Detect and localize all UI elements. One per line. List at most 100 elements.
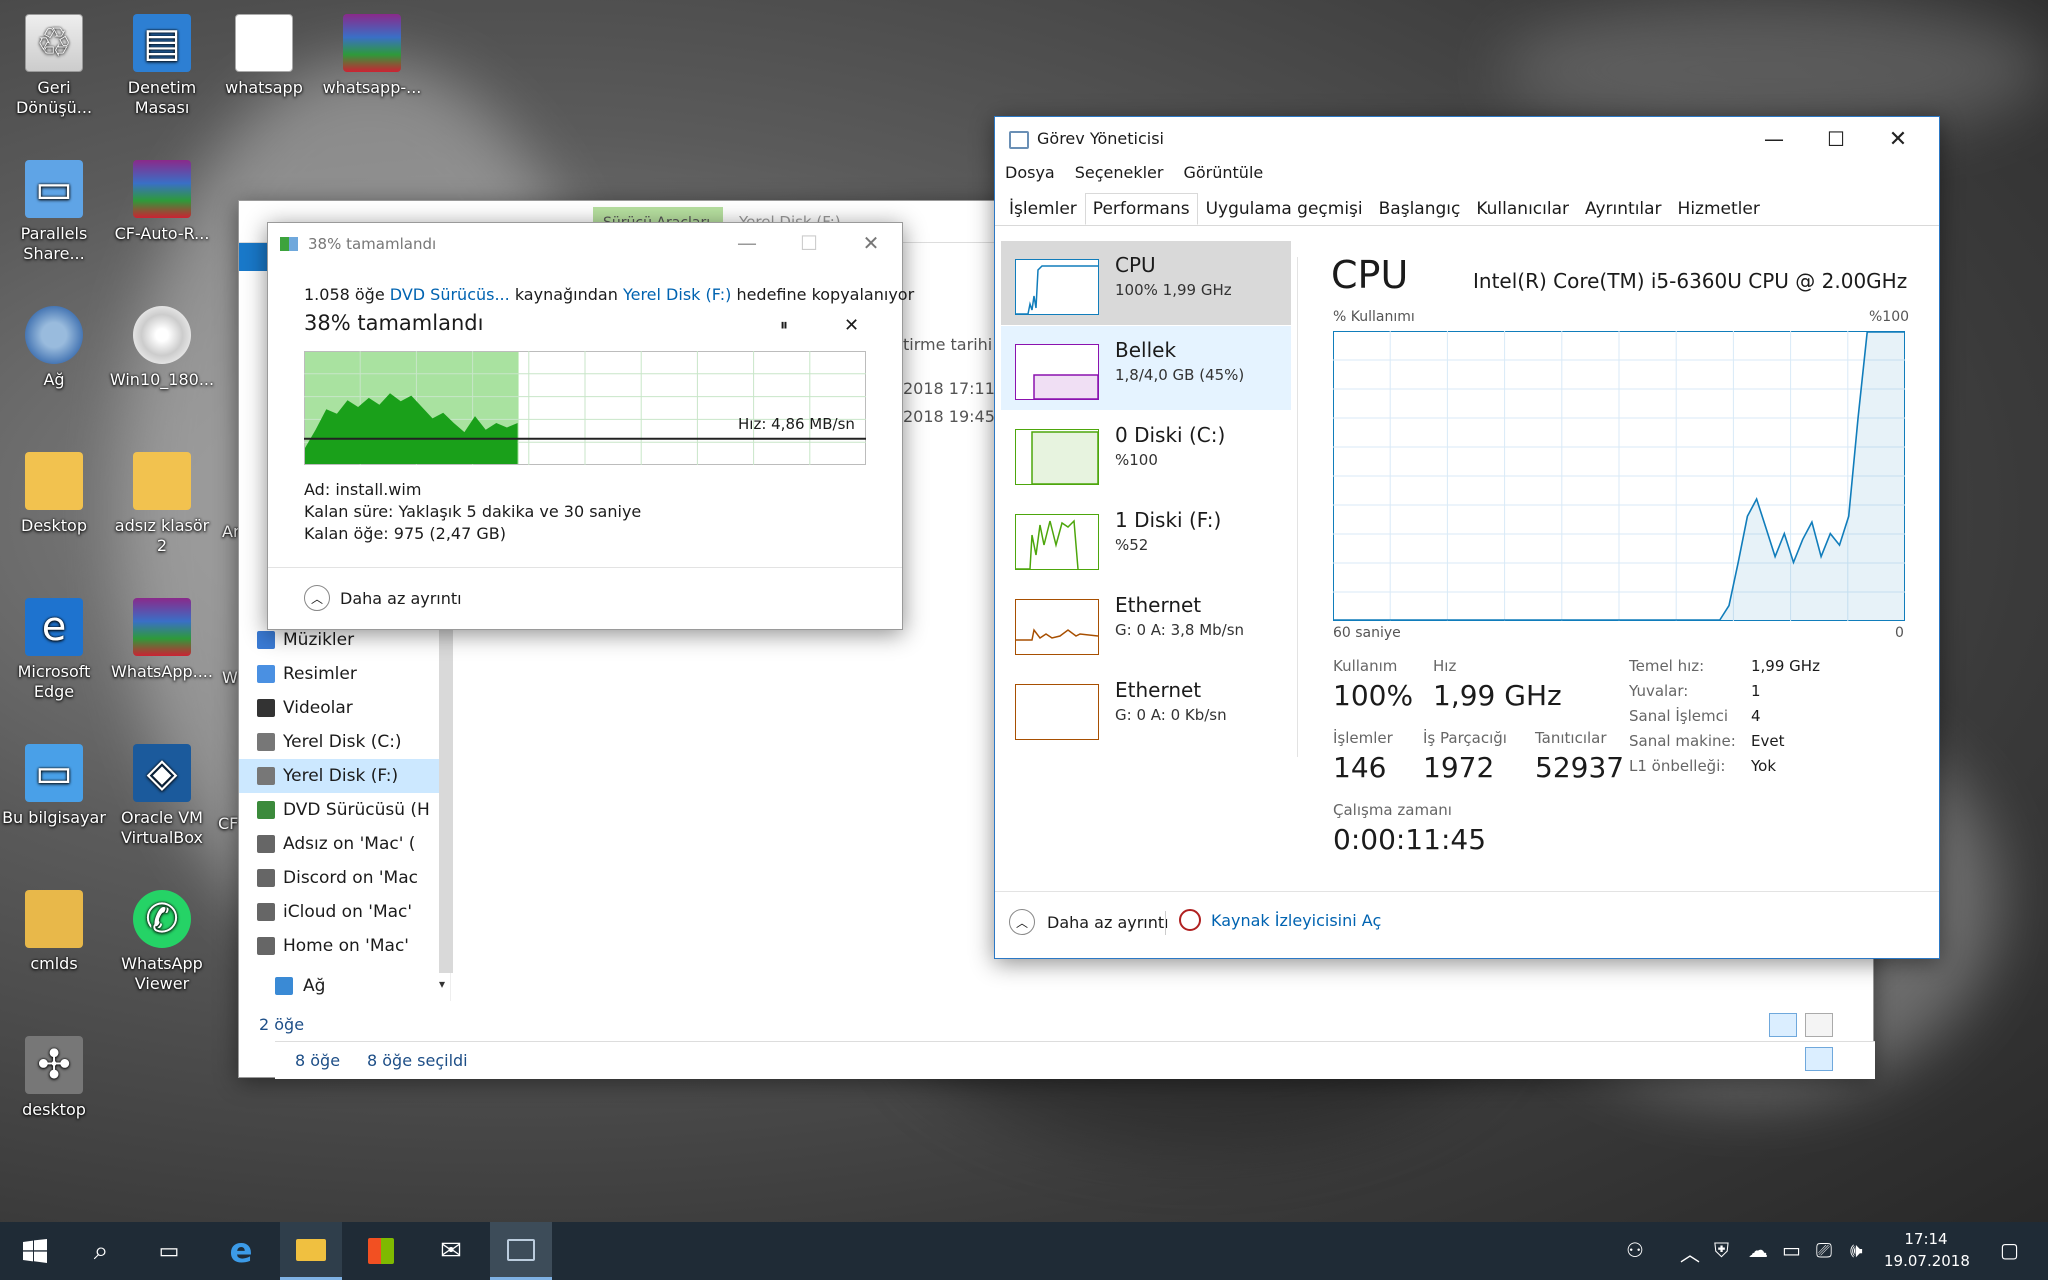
desktop-icon[interactable]: CF-Auto-R... — [108, 160, 216, 244]
copy-progress-dialog: 38% tamamlandı — ☐ ✕ 1.058 öğe DVD Sürüc… — [267, 221, 914, 630]
perf-sidebar-item[interactable]: 1 Diski (F:) %52 — [1001, 496, 1291, 580]
scroll-down-icon[interactable]: ▾ — [439, 977, 453, 991]
tab[interactable]: Performans — [1084, 193, 1198, 225]
action-center-icon[interactable]: ▢ — [2000, 1238, 2019, 1262]
desktop-icon[interactable]: ▭ Parallels Share... — [0, 160, 108, 264]
nav-scrollbar[interactable] — [439, 621, 453, 973]
task-view-icon[interactable]: ▭ — [138, 1222, 200, 1280]
edge-icon[interactable]: e — [210, 1222, 272, 1280]
perf-sidebar-item[interactable]: Ethernet G: 0 A: 3,8 Mb/sn — [1001, 581, 1291, 665]
perf-sidebar-item[interactable]: 0 Diski (C:) %100 — [1001, 411, 1291, 495]
close-button[interactable]: ✕ — [840, 221, 902, 265]
nav-item[interactable]: iCloud on 'Mac' — [239, 895, 439, 929]
parallels-share-icon: ▭ — [25, 160, 83, 218]
tab[interactable]: Kullanıcılar — [1468, 193, 1577, 225]
nav-item[interactable]: Videolar — [239, 691, 439, 725]
desktop-icon-label: desktop — [22, 1100, 86, 1119]
column-header-date[interactable]: tirme tarihi — [903, 335, 992, 354]
maximize-button[interactable]: ☐ — [778, 221, 840, 265]
task-manager-taskbar-icon[interactable] — [490, 1222, 552, 1280]
store-icon[interactable] — [350, 1222, 412, 1280]
source-link[interactable]: DVD Sürücüs... — [390, 285, 510, 304]
file-explorer-icon[interactable] — [280, 1222, 342, 1280]
fewer-details-button[interactable]: ︿ Daha az ayrıntı — [1009, 909, 1169, 935]
people-icon[interactable]: ⚇ — [1626, 1238, 1644, 1262]
tab[interactable]: İşlemler — [1001, 193, 1085, 225]
desktop-icon[interactable]: ▭ Bu bilgisayar — [0, 744, 108, 828]
perf-sidebar-item[interactable]: Bellek 1,8/4,0 GB (45%) — [1001, 326, 1291, 410]
nav-item-label: DVD Sürücüsü (H — [283, 800, 430, 820]
desktop-icon[interactable]: whatsapp — [210, 14, 318, 98]
desktop-icon[interactable]: cmlds — [0, 890, 108, 974]
pause-button[interactable]: ⏸ — [780, 315, 788, 335]
perf-sidebar-item[interactable]: CPU 100% 1,99 GHz — [1001, 241, 1291, 325]
desktop-icon[interactable]: WhatsApp.... — [108, 598, 216, 682]
outer-details-view-icon[interactable] — [1805, 1047, 1833, 1071]
details-view-icon[interactable] — [1769, 1013, 1797, 1037]
cpu-usage-graph — [1333, 331, 1905, 621]
minimize-button[interactable]: — — [716, 221, 778, 265]
nav-item[interactable]: Resimler — [239, 657, 439, 691]
control-panel-icon: ▤ — [133, 14, 191, 72]
this-pc-icon: ▭ — [25, 744, 83, 802]
desktop-icon[interactable]: Desktop — [0, 452, 108, 536]
nav-item[interactable]: DVD Sürücüsü (H — [239, 793, 439, 827]
tab[interactable]: Hizmetler — [1670, 193, 1768, 225]
menu-item[interactable]: Dosya — [1005, 163, 1055, 182]
network-drive-icon — [257, 835, 275, 853]
tab[interactable]: Ayrıntılar — [1577, 193, 1670, 225]
chevron-up-icon: ︿ — [1009, 909, 1035, 935]
desktop-icon[interactable]: ✣ desktop — [0, 1036, 108, 1120]
close-button[interactable]: ✕ — [1867, 117, 1929, 161]
desktop-icon[interactable]: e Microsoft Edge — [0, 598, 108, 702]
start-icon[interactable] — [4, 1222, 66, 1280]
tab[interactable]: Başlangıç — [1371, 193, 1469, 225]
window-title: Görev Yöneticisi — [1037, 129, 1164, 148]
items-remaining: 975 (2,47 GB) — [393, 524, 506, 543]
network-tray-icon[interactable]: ⎚ — [1816, 1238, 1832, 1262]
nav-item[interactable]: Adsız on 'Mac' ( — [239, 827, 439, 861]
cancel-copy-button[interactable]: ✕ — [844, 315, 859, 336]
edge-icon: e — [25, 598, 83, 656]
open-resource-monitor-link[interactable]: Kaynak İzleyicisini Aç — [1179, 909, 1381, 931]
desktop-icon[interactable]: whatsapp-... — [318, 14, 426, 98]
nav-item-label: Ağ — [303, 976, 326, 996]
desktop-icon[interactable]: Win10_180... — [108, 306, 216, 390]
minimize-button[interactable]: — — [1743, 117, 1805, 161]
menu-item[interactable]: Görüntüle — [1183, 163, 1263, 182]
nav-item[interactable]: Yerel Disk (C:) — [239, 725, 439, 759]
less-details-button[interactable]: ︿ Daha az ayrıntı — [304, 585, 462, 611]
desktop-icon[interactable]: adsız klasör 2 — [108, 452, 216, 556]
task-manager-window: Görev Yöneticisi — ☐ ✕ Dosya Seçenekler Gö… — [994, 116, 1940, 959]
desktop-icon[interactable]: ▤ Denetim Masası — [108, 14, 216, 118]
desktop-icon[interactable]: ♲ Geri Dönüşü... — [0, 14, 108, 118]
clock[interactable]: 17:14 19.07.2018 — [1884, 1228, 1970, 1272]
nav-item[interactable]: Discord on 'Mac — [239, 861, 439, 895]
desktop-icon[interactable]: ✆ WhatsApp Viewer — [108, 890, 216, 994]
power-icon[interactable]: ▭ — [1782, 1238, 1801, 1262]
onedrive-icon[interactable]: ☁ — [1748, 1238, 1768, 1262]
perf-item-title: Ethernet — [1115, 593, 1202, 617]
nav-item[interactable]: Home on 'Mac' — [239, 929, 439, 963]
nav-item[interactable]: Yerel Disk (F:) — [239, 759, 439, 793]
desktop-icon[interactable]: ◈ Oracle VM VirtualBox — [108, 744, 216, 848]
puzzle-icon: ✣ — [25, 1036, 83, 1094]
videos-icon — [257, 699, 275, 717]
perf-thumbnail — [1015, 344, 1099, 400]
menu-item[interactable]: Seçenekler — [1075, 163, 1164, 182]
nav-item[interactable]: Ağ — [239, 969, 439, 1003]
perf-sidebar-item[interactable]: Ethernet G: 0 A: 0 Kb/sn — [1001, 666, 1291, 750]
desktop-icon[interactable]: Ağ — [0, 306, 108, 390]
tab[interactable]: Uygulama geçmişi — [1198, 193, 1371, 225]
perf-item-title: CPU — [1115, 253, 1156, 277]
security-icon[interactable]: ⛨ — [1714, 1238, 1729, 1262]
search-icon[interactable]: ⌕ — [70, 1222, 132, 1280]
volume-icon[interactable]: 🕪 — [1850, 1238, 1863, 1262]
destination-link[interactable]: Yerel Disk (F:) — [623, 285, 731, 304]
show-hidden-icons-icon[interactable]: ︿ — [1680, 1238, 1700, 1267]
large-icons-view-icon[interactable] — [1805, 1013, 1833, 1037]
mail-icon[interactable]: ✉ — [420, 1222, 482, 1280]
speed-stat-value: 1,99 GHz — [1433, 679, 1562, 712]
maximize-button[interactable]: ☐ — [1805, 117, 1867, 161]
usage-stat-label: Kullanım — [1333, 657, 1398, 675]
